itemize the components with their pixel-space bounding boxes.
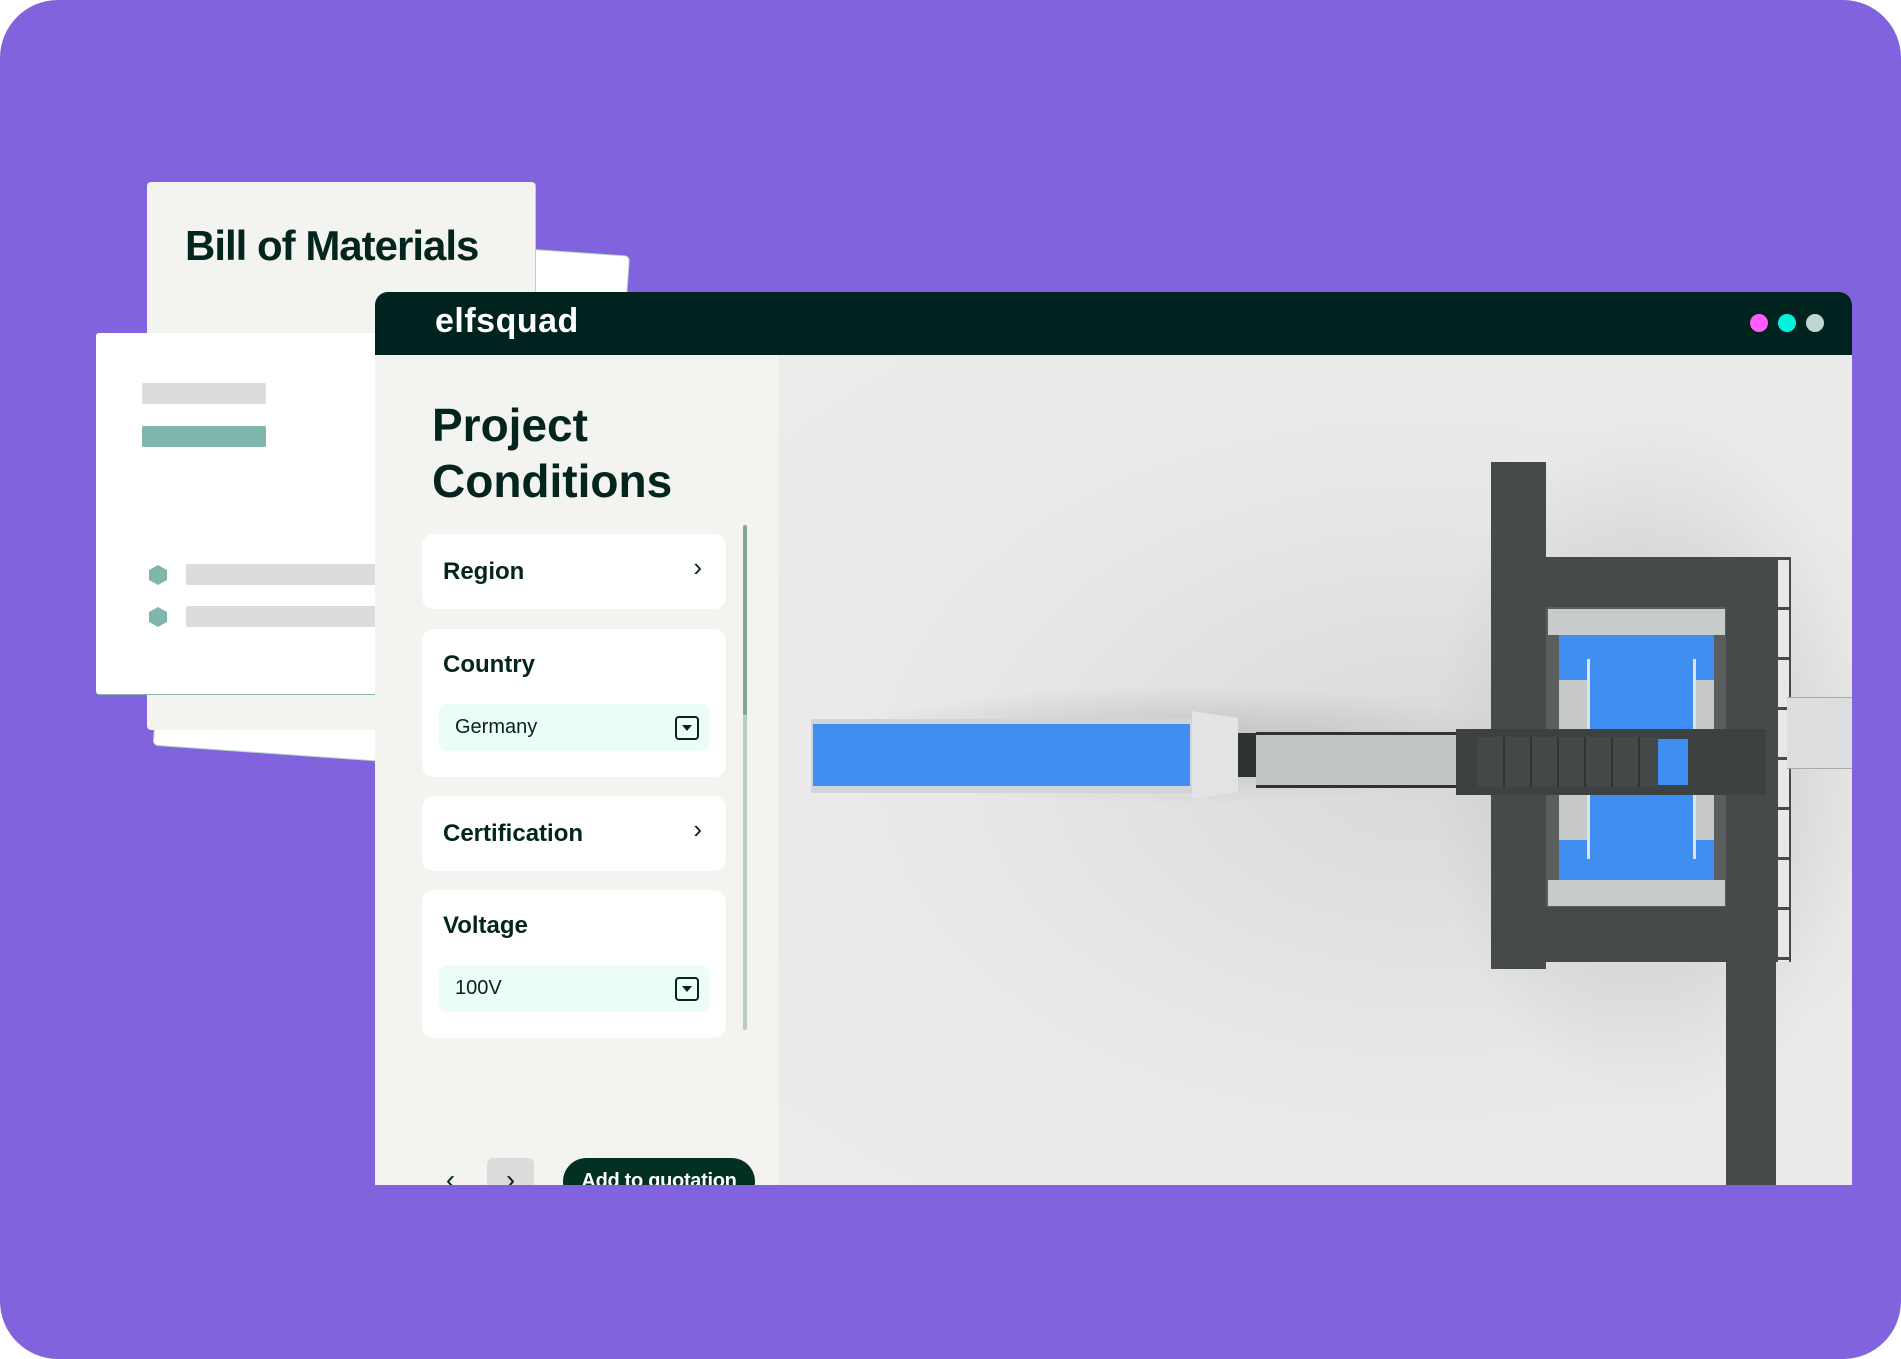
configurator-sidebar: Project Conditions Region › Country Germ… [375,355,778,1185]
through-conveyor-end [1658,739,1688,785]
step-voltage: Voltage 100V [422,890,726,1038]
add-to-quotation-button[interactable]: Add to quotation [563,1158,755,1185]
machine-frame-left-column [1491,462,1546,969]
step-country: Country Germany [422,629,726,777]
title-bar: elfsquad [375,292,1852,355]
page-title: Project Conditions [432,399,673,507]
elfsquad-logo: elfsquad [435,302,579,340]
placeholder-line-accent [142,426,266,447]
dropdown-arrow-icon[interactable] [675,977,699,1001]
next-step-button[interactable]: › [487,1158,534,1185]
conveyor-funnel [1192,711,1238,799]
placeholder-line [186,564,406,585]
step-label: Certification [443,820,584,847]
country-select-value: Germany [455,716,538,738]
promo-background: Bill of Materials elfsquad Project Condi… [0,0,1901,1359]
3d-model-viewer[interactable] [778,355,1852,1185]
step-label: Region [443,558,525,585]
document-preview-card [96,333,406,694]
infeed-conveyor-belt [813,724,1190,786]
step-label: Voltage [443,912,528,939]
inner-top-plate [1548,609,1725,635]
placeholder-line [142,383,266,404]
voltage-select[interactable]: 100V [439,965,709,1012]
voltage-select-value: 100V [455,977,502,999]
country-select[interactable]: Germany [439,704,709,751]
hexagon-bullet-icon [149,565,167,585]
step-certification[interactable]: Certification › [422,796,726,871]
sidebar-scrollbar[interactable] [743,525,747,1030]
scrollbar-thumb[interactable] [743,525,747,715]
funnel-gate [1238,733,1256,777]
window-dot-gray[interactable] [1806,314,1824,332]
hexagon-bullet-icon [149,607,167,627]
chevron-right-icon: › [693,814,702,844]
configurator-window: elfsquad Project Conditions Region › Cou… [375,292,1852,1185]
machine-frame-bottom-beam [1491,907,1776,962]
placeholder-line [186,606,406,627]
machine-frame-right-column [1726,557,1776,1185]
window-dot-magenta[interactable] [1750,314,1768,332]
through-conveyor-slats [1478,737,1658,787]
step-label: Country [443,651,535,678]
chevron-right-icon: › [693,552,702,582]
outfeed-conveyor [1787,697,1852,769]
dropdown-arrow-icon[interactable] [675,716,699,740]
window-dot-cyan[interactable] [1778,314,1796,332]
step-region[interactable]: Region › [422,534,726,609]
previous-step-button[interactable]: ‹ [427,1158,474,1185]
inner-bottom-plate [1548,880,1725,906]
transfer-conveyor [1256,732,1456,788]
bom-title: Bill of Materials [185,222,479,269]
